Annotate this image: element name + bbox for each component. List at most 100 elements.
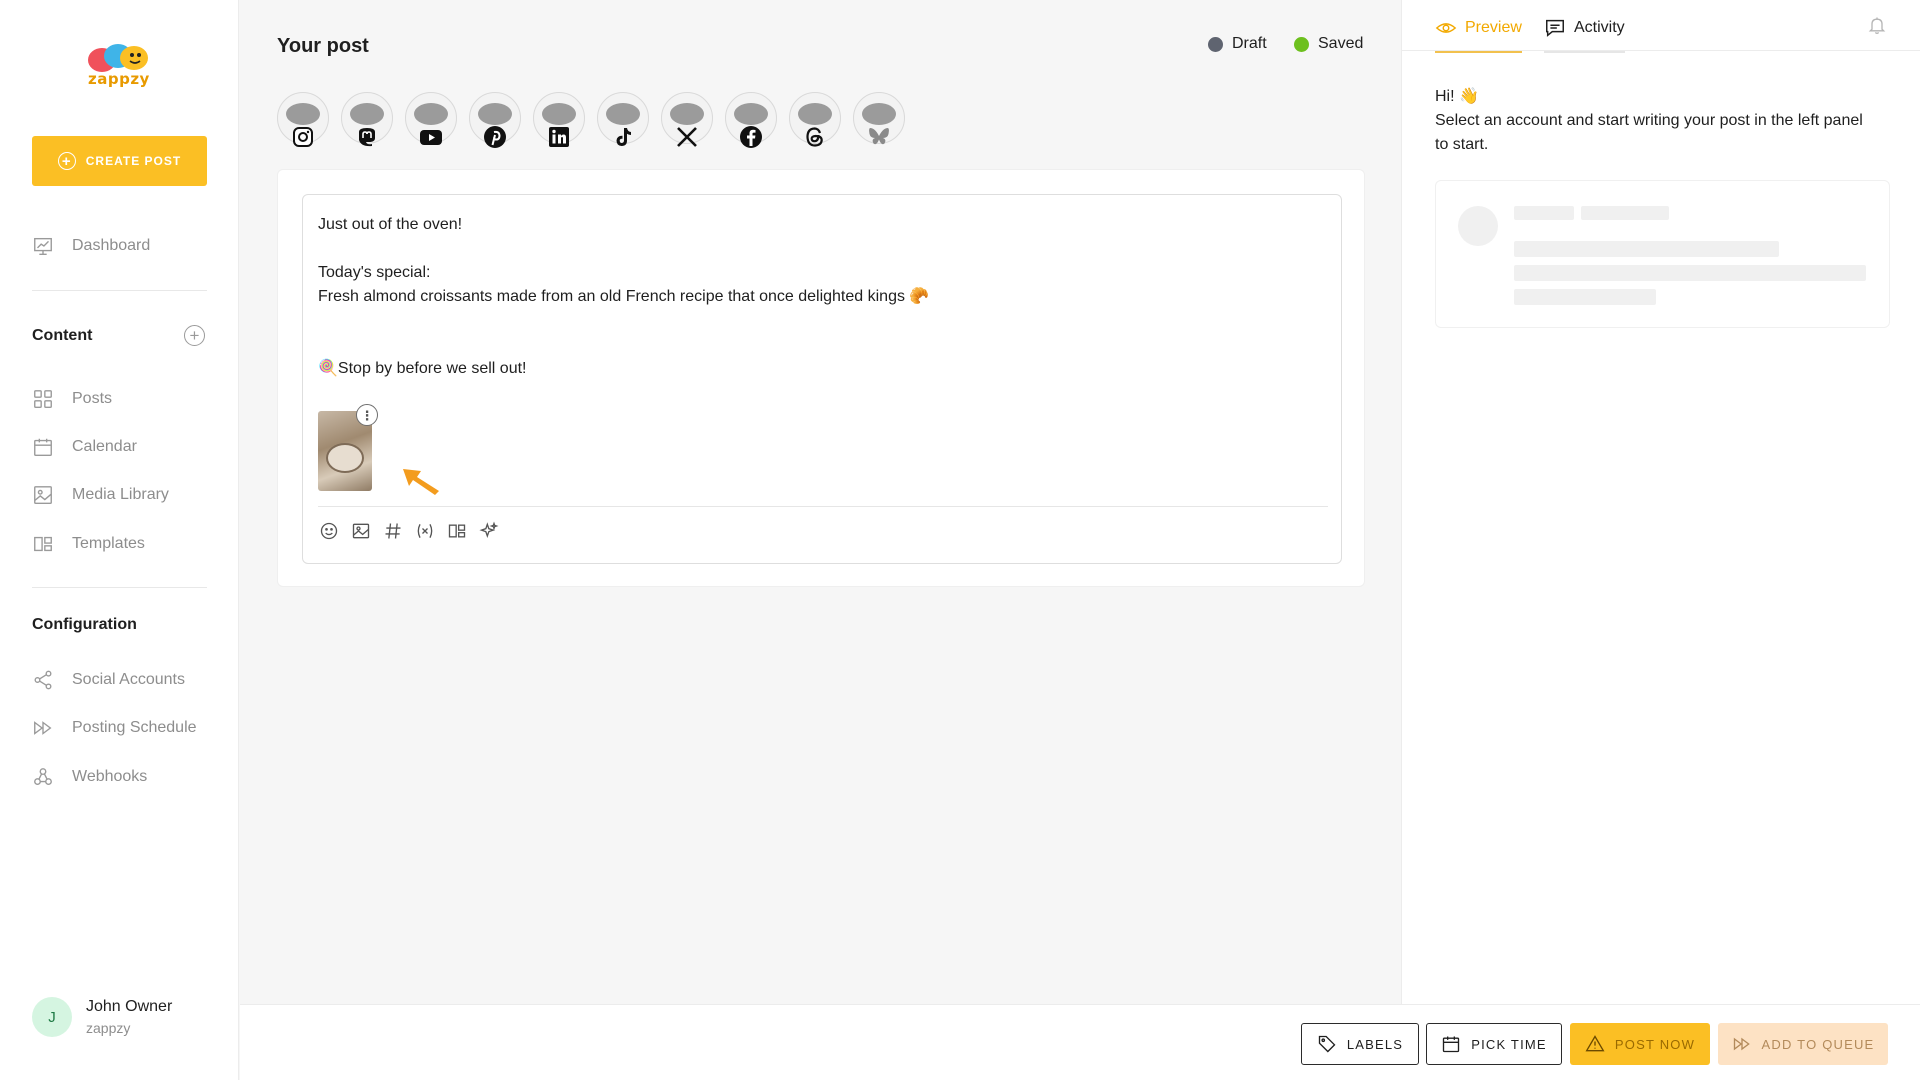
x-icon xyxy=(677,127,697,147)
image-icon xyxy=(34,486,52,504)
status-saved: Saved xyxy=(1294,35,1363,53)
nav-templates[interactable]: Templates xyxy=(32,533,145,555)
nav-posting-schedule[interactable]: Posting Schedule xyxy=(32,717,197,739)
status-draft: Draft xyxy=(1208,35,1267,53)
warning-icon xyxy=(1585,1035,1605,1052)
nav-schedule-label: Posting Schedule xyxy=(72,719,197,736)
variable-button[interactable] xyxy=(414,520,436,542)
more-vertical-icon[interactable]: ⋮ xyxy=(356,404,378,426)
content-section-title: Content xyxy=(32,327,93,344)
saved-dot-icon xyxy=(1294,36,1309,52)
nav-posts[interactable]: Posts xyxy=(32,388,112,410)
plus-circle-icon: + xyxy=(57,152,76,170)
arrow-annotation-icon xyxy=(403,469,439,495)
account-youtube[interactable] xyxy=(405,92,457,148)
smiley-icon xyxy=(320,522,338,540)
add-content-button[interactable]: + xyxy=(184,325,205,346)
templates-icon xyxy=(34,536,52,552)
calendar-icon xyxy=(1443,1036,1460,1053)
webhook-icon xyxy=(34,768,52,786)
account-x[interactable] xyxy=(661,92,713,148)
hashtag-button[interactable] xyxy=(382,520,404,542)
sidebar-divider xyxy=(32,290,207,291)
editor-toolbar xyxy=(318,520,500,542)
add-to-queue-button[interactable]: ADD TO QUEUE xyxy=(1718,1023,1888,1065)
instagram-icon xyxy=(293,127,313,147)
account-linkedin[interactable] xyxy=(533,92,585,148)
nav-webhooks[interactable]: Webhooks xyxy=(32,766,147,788)
nav-dashboard[interactable]: Dashboard xyxy=(32,235,150,257)
fast-forward-icon xyxy=(1733,1037,1750,1051)
tab-activity[interactable]: Activity xyxy=(1544,17,1625,53)
sparkles-icon xyxy=(479,521,499,539)
templates-icon xyxy=(448,524,466,538)
ai-assist-button[interactable] xyxy=(478,520,500,542)
presentation-chart-icon xyxy=(34,237,52,255)
grid-icon xyxy=(34,390,52,408)
variable-icon xyxy=(417,524,433,538)
post-line: Fresh almond croissants made from an old… xyxy=(318,288,930,305)
status-saved-label: Saved xyxy=(1318,35,1364,52)
post-now-button[interactable]: POST NOW xyxy=(1570,1023,1710,1065)
nav-calendar[interactable]: Calendar xyxy=(32,436,137,458)
post-line: Today's special: xyxy=(318,264,431,281)
post-text[interactable]: Just out of the oven! Today's special: F… xyxy=(318,213,929,381)
avatar: J xyxy=(32,997,72,1037)
account-threads[interactable] xyxy=(789,92,841,148)
mastodon-icon xyxy=(359,128,375,147)
configuration-section-title: Configuration xyxy=(32,616,137,633)
nav-media-label: Media Library xyxy=(72,486,169,503)
post-line: 🍭Stop by before we sell out! xyxy=(318,360,527,377)
action-bar: LABELS PICK TIME POST NOW ADD TO QUEUE xyxy=(240,1004,1920,1080)
brand-name: zappzy xyxy=(88,70,150,88)
hint-text: Select an account and start writing your… xyxy=(1435,112,1863,153)
nav-dashboard-label: Dashboard xyxy=(72,237,151,254)
user-profile[interactable]: J John Owner zappzy xyxy=(32,997,172,1037)
post-editor[interactable]: Just out of the oven! Today's special: F… xyxy=(302,194,1342,564)
post-now-label: POST NOW xyxy=(1614,1036,1696,1052)
tab-divider xyxy=(1402,50,1920,51)
labels-label: LABELS xyxy=(1346,1036,1404,1052)
nav-calendar-label: Calendar xyxy=(72,438,137,455)
nav-templates-label: Templates xyxy=(72,535,145,552)
bluesky-butterfly-icon xyxy=(869,128,889,145)
account-selector xyxy=(277,92,905,148)
account-tiktok[interactable] xyxy=(597,92,649,148)
account-bluesky[interactable] xyxy=(853,92,905,148)
emoji-button[interactable] xyxy=(318,520,340,542)
labels-button[interactable]: LABELS xyxy=(1301,1023,1419,1065)
post-card: Just out of the oven! Today's special: F… xyxy=(277,169,1365,587)
post-editor-area: Your post Draft Saved Just out of the ov… xyxy=(240,0,1400,1004)
greeting: Hi! 👋 xyxy=(1435,88,1479,105)
tab-preview[interactable]: Preview xyxy=(1435,17,1522,53)
post-line: Just out of the oven! xyxy=(318,216,463,233)
nav-webhooks-label: Webhooks xyxy=(72,768,148,785)
sidebar-divider xyxy=(32,587,207,588)
user-name: John Owner xyxy=(86,998,173,1015)
add-media-button[interactable] xyxy=(350,520,372,542)
account-mastodon[interactable] xyxy=(341,92,393,148)
nav-posts-label: Posts xyxy=(72,390,113,407)
hashtag-icon xyxy=(385,523,401,539)
preview-panel: Preview Activity Hi! 👋 Select an account… xyxy=(1401,0,1920,1004)
account-pinterest[interactable] xyxy=(469,92,521,148)
tiktok-icon xyxy=(616,128,631,146)
page-title: Your post xyxy=(277,35,369,57)
nav-media-library[interactable]: Media Library xyxy=(32,484,169,506)
account-instagram[interactable] xyxy=(277,92,329,148)
eye-icon xyxy=(1435,23,1457,33)
pick-time-button[interactable]: PICK TIME xyxy=(1426,1023,1562,1065)
create-post-button[interactable]: + CREATE POST xyxy=(32,136,207,186)
account-facebook[interactable] xyxy=(725,92,777,148)
editor-divider xyxy=(318,506,1328,507)
facebook-icon xyxy=(740,126,762,148)
nav-social-accounts[interactable]: Social Accounts xyxy=(32,669,185,691)
templates-button[interactable] xyxy=(446,520,468,542)
nav-social-label: Social Accounts xyxy=(72,671,185,688)
tab-preview-label: Preview xyxy=(1465,19,1522,36)
preview-skeleton xyxy=(1435,180,1890,328)
bell-icon[interactable] xyxy=(1867,14,1887,36)
share-icon xyxy=(34,670,52,690)
add-to-queue-label: ADD TO QUEUE xyxy=(1761,1036,1875,1052)
create-post-label: CREATE POST xyxy=(85,154,182,168)
